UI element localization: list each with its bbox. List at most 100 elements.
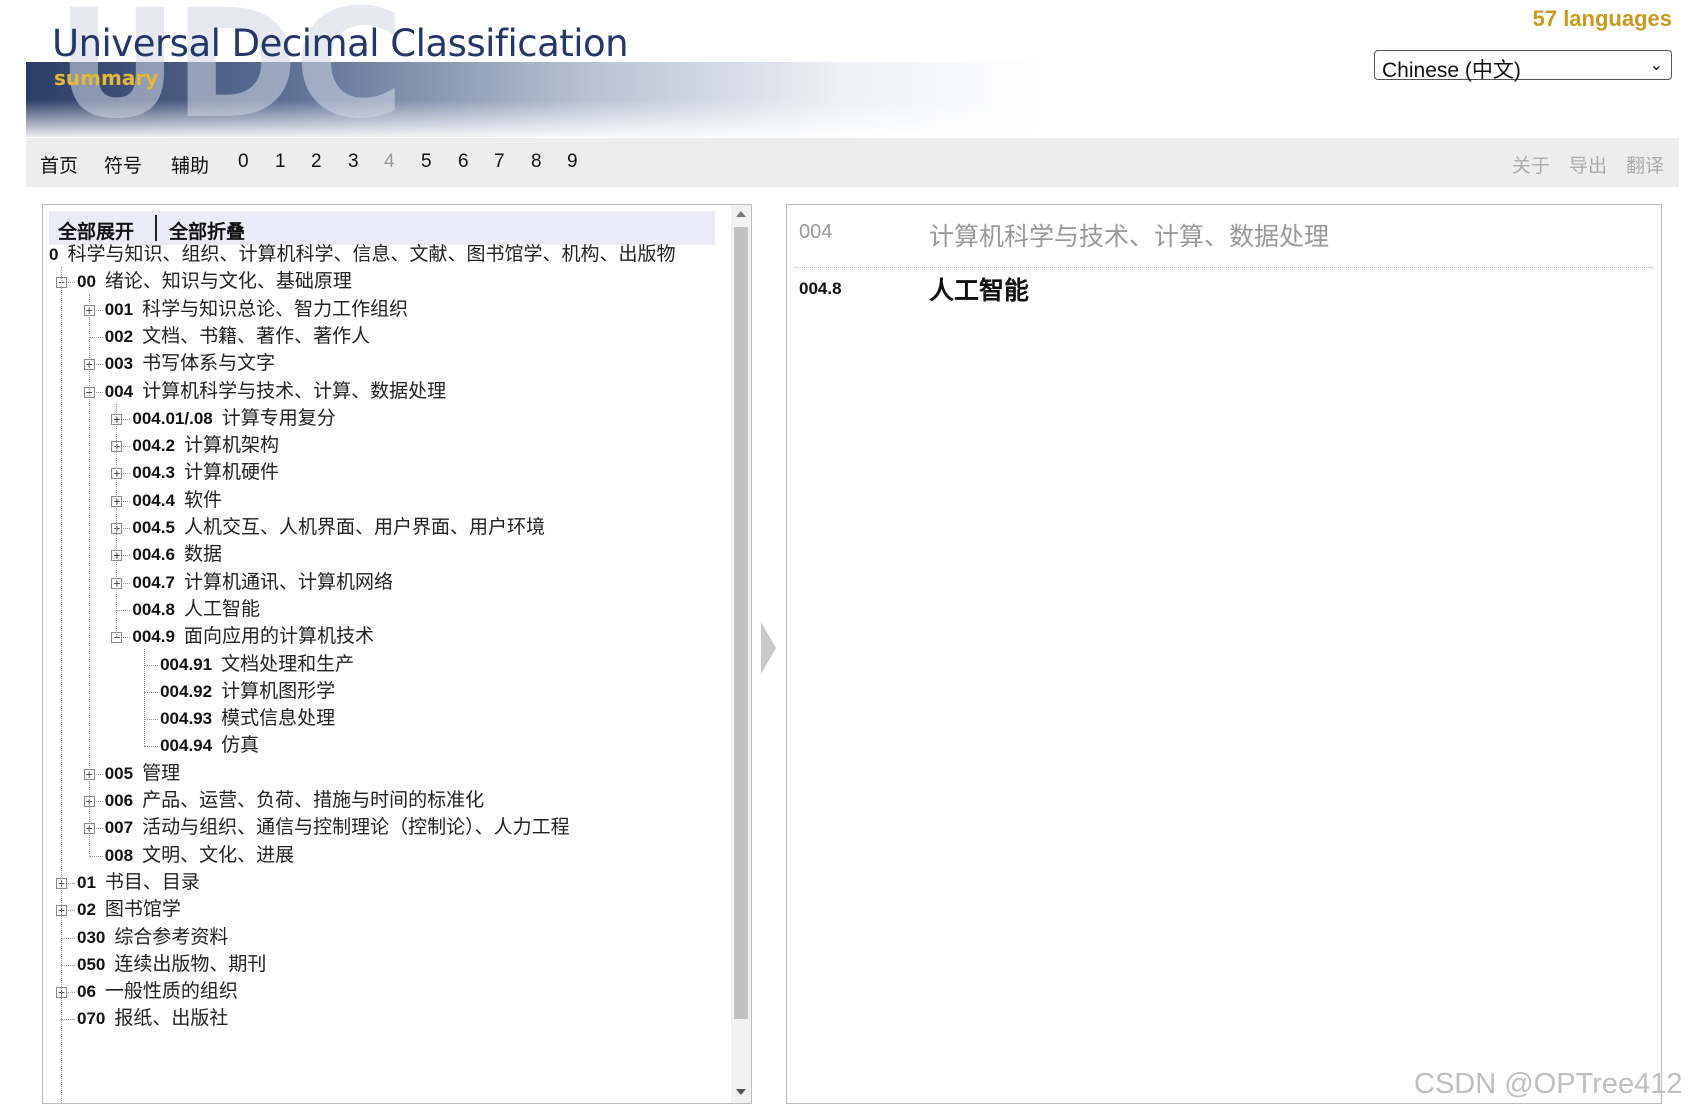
- tree-node-code[interactable]: 0: [49, 245, 58, 264]
- tree-node[interactable]: 0 科学与知识、组织、计算机科学、信息、文献、图书馆学、机构、出版物: [49, 243, 675, 267]
- tree-node-label[interactable]: 计算机通讯、计算机网络: [184, 572, 393, 593]
- nav-class-1[interactable]: 1: [275, 151, 286, 173]
- tree-node-label[interactable]: 管理: [142, 763, 180, 784]
- tree-node-label[interactable]: 图书馆学: [105, 899, 181, 920]
- tree-node-code[interactable]: 00: [77, 272, 96, 291]
- nav-class-7[interactable]: 7: [494, 151, 505, 173]
- tree-node-code[interactable]: 007: [105, 818, 133, 837]
- language-count-link[interactable]: 57 languages: [1533, 6, 1672, 32]
- tree-node[interactable]: 003 书写体系与文字: [105, 352, 275, 376]
- nav-class-3[interactable]: 3: [348, 151, 359, 173]
- tree-node[interactable]: 004.94 仿真: [160, 734, 259, 758]
- tree-node-code[interactable]: 050: [77, 955, 105, 974]
- tree-node-label[interactable]: 产品、运营、负荷、措施与时间的标准化: [142, 790, 484, 811]
- tree-node[interactable]: 050 连续出版物、期刊: [77, 953, 266, 977]
- tree-node-code[interactable]: 004.4: [132, 491, 175, 510]
- tree-node[interactable]: 004.93 模式信息处理: [160, 707, 335, 731]
- nav-home[interactable]: 首页: [40, 151, 78, 178]
- nav-about[interactable]: 关于: [1512, 151, 1550, 178]
- tree-node[interactable]: 008 文明、文化、进展: [105, 844, 294, 868]
- tree-node-label[interactable]: 综合参考资料: [114, 927, 228, 948]
- tree-node[interactable]: 004.6 数据: [132, 543, 222, 567]
- tree-node-code[interactable]: 070: [77, 1009, 105, 1028]
- tree-node-label[interactable]: 计算机硬件: [184, 462, 279, 483]
- tree-node[interactable]: 004 计算机科学与技术、计算、数据处理: [105, 380, 446, 404]
- tree-node-code[interactable]: 06: [77, 982, 96, 1001]
- tree-node-code[interactable]: 004.94: [160, 736, 212, 755]
- nav-class-2[interactable]: 2: [311, 151, 322, 173]
- nav-auxiliaries[interactable]: 辅助: [171, 151, 209, 178]
- language-select[interactable]: Chinese (中文) ⌄: [1374, 50, 1672, 82]
- tree-node-label[interactable]: 书写体系与文字: [142, 353, 275, 374]
- tree-node[interactable]: 02 图书馆学: [77, 898, 181, 922]
- nav-signs[interactable]: 符号: [104, 151, 142, 178]
- tree-node[interactable]: 004.4 软件: [132, 489, 222, 513]
- nav-export[interactable]: 导出: [1569, 151, 1607, 178]
- tree-node[interactable]: 004.3 计算机硬件: [132, 461, 279, 485]
- tree-node-label[interactable]: 绪论、知识与文化、基础原理: [105, 271, 352, 292]
- tree-node[interactable]: 01 书目、目录: [77, 871, 200, 895]
- tree-node-label[interactable]: 数据: [184, 544, 222, 565]
- tree-node[interactable]: 005 管理: [105, 762, 180, 786]
- tree-node-code[interactable]: 004.01/.08: [132, 409, 212, 428]
- tree-node-code[interactable]: 004.7: [132, 573, 175, 592]
- tree-node[interactable]: 004.2 计算机架构: [132, 434, 279, 458]
- tree-node-label[interactable]: 人工智能: [184, 599, 260, 620]
- tree-node-label[interactable]: 仿真: [221, 735, 259, 756]
- tree-node-code[interactable]: 004.3: [132, 463, 175, 482]
- tree-node-label[interactable]: 一般性质的组织: [105, 981, 238, 1002]
- nav-class-8[interactable]: 8: [531, 151, 542, 173]
- nav-class-9[interactable]: 9: [567, 151, 578, 173]
- tree-node-code[interactable]: 004.5: [132, 518, 175, 537]
- tree-scrollbar[interactable]: [731, 205, 751, 1103]
- tree-node-label[interactable]: 计算专用复分: [222, 408, 336, 429]
- tree-node[interactable]: 004.5 人机交互、人机界面、用户界面、用户环境: [132, 516, 545, 540]
- tree-node-label[interactable]: 计算机科学与技术、计算、数据处理: [142, 381, 446, 402]
- tree-node[interactable]: 004.91 文档处理和生产: [160, 653, 354, 677]
- tree-node-label[interactable]: 书目、目录: [105, 872, 200, 893]
- tree-node[interactable]: 007 活动与组织、通信与控制理论（控制论）、人力工程: [105, 816, 570, 840]
- tree-node[interactable]: 030 综合参考资料: [77, 926, 228, 950]
- tree-node[interactable]: 070 报纸、出版社: [77, 1007, 228, 1031]
- tree-node-label[interactable]: 文明、文化、进展: [142, 845, 294, 866]
- tree-node[interactable]: 004.8 人工智能: [132, 598, 260, 622]
- tree-node-code[interactable]: 004.2: [132, 436, 175, 455]
- tree-node[interactable]: 001 科学与知识总论、智力工作组织: [105, 298, 408, 322]
- scroll-down-arrow-icon[interactable]: [736, 1089, 746, 1095]
- tree-node-label[interactable]: 活动与组织、通信与控制理论（控制论）、人力工程: [142, 817, 570, 838]
- tree-node[interactable]: 06 一般性质的组织: [77, 980, 238, 1004]
- tree-node[interactable]: 004.92 计算机图形学: [160, 680, 335, 704]
- tree-node-code[interactable]: 004: [105, 382, 133, 401]
- tree-node-label[interactable]: 文档处理和生产: [221, 654, 354, 675]
- nav-class-5[interactable]: 5: [421, 151, 432, 173]
- scroll-up-arrow-icon[interactable]: [736, 211, 746, 217]
- tree-node-label[interactable]: 面向应用的计算机技术: [184, 626, 374, 647]
- tree-node-label[interactable]: 软件: [184, 490, 222, 511]
- tree-node-label[interactable]: 人机交互、人机界面、用户界面、用户环境: [184, 517, 545, 538]
- tree-node-code[interactable]: 004.91: [160, 655, 212, 674]
- tree-node-code[interactable]: 003: [105, 354, 133, 373]
- tree-node-code[interactable]: 004.93: [160, 709, 212, 728]
- tree-node[interactable]: 004.01/.08 计算专用复分: [132, 407, 335, 431]
- tree-node[interactable]: 004.9 面向应用的计算机技术: [132, 625, 374, 649]
- detail-parent-code[interactable]: 004: [799, 221, 832, 244]
- tree-node-label[interactable]: 模式信息处理: [221, 708, 335, 729]
- tree-node-code[interactable]: 006: [105, 791, 133, 810]
- tree-node-code[interactable]: 005: [105, 764, 133, 783]
- tree-node-label[interactable]: 报纸、出版社: [114, 1008, 228, 1029]
- tree-node-code[interactable]: 004.9: [132, 627, 175, 646]
- tree-node-code[interactable]: 004.8: [132, 600, 175, 619]
- scroll-thumb[interactable]: [734, 227, 748, 1019]
- tree-node-label[interactable]: 连续出版物、期刊: [114, 954, 266, 975]
- tree-node[interactable]: 004.7 计算机通讯、计算机网络: [132, 571, 393, 595]
- tree-node-label[interactable]: 计算机图形学: [221, 681, 335, 702]
- nav-translate[interactable]: 翻译: [1626, 151, 1664, 178]
- tree-node[interactable]: 006 产品、运营、负荷、措施与时间的标准化: [105, 789, 484, 813]
- tree-node-code[interactable]: 002: [105, 327, 133, 346]
- tree-node[interactable]: 002 文档、书籍、著作、著作人: [105, 325, 370, 349]
- detail-parent-title[interactable]: 计算机科学与技术、计算、数据处理: [929, 217, 1329, 253]
- panel-splitter-arrow-icon[interactable]: [761, 622, 776, 674]
- tree-node-code[interactable]: 008: [105, 846, 133, 865]
- site-title[interactable]: Universal Decimal Classification: [52, 22, 629, 65]
- tree-node-code[interactable]: 004.92: [160, 682, 212, 701]
